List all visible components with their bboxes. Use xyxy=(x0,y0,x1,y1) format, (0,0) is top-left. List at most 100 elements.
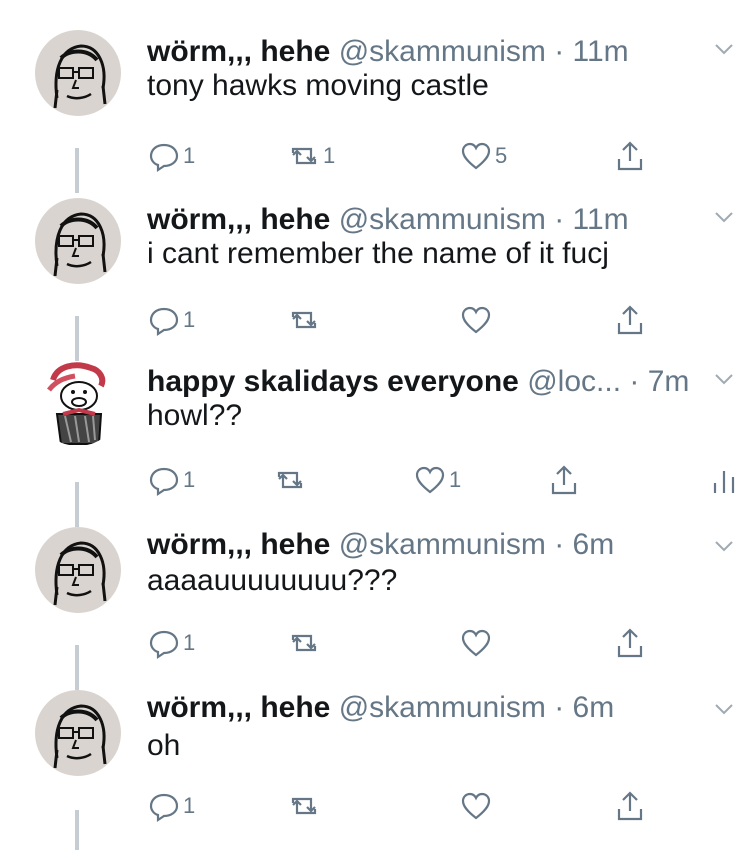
user-handle[interactable]: @skammunism xyxy=(339,528,546,561)
worm-avatar-icon xyxy=(53,44,107,109)
tweet-actions: 1 xyxy=(147,623,747,663)
tweet[interactable]: wörm,,, hehe @skammunism · 11m i cant re… xyxy=(0,198,755,368)
reply-count: 1 xyxy=(183,793,196,818)
display-name[interactable]: wörm,,, hehe xyxy=(147,528,330,561)
reply-button[interactable]: 1 xyxy=(147,786,195,826)
thread-line xyxy=(75,482,79,527)
share-button[interactable] xyxy=(613,786,647,826)
thread-line xyxy=(75,148,79,193)
like-button[interactable]: 1 xyxy=(413,460,461,500)
reply-count: 1 xyxy=(183,630,196,655)
reply-button[interactable]: 1 xyxy=(147,623,195,663)
share-icon xyxy=(617,791,643,821)
heart-icon xyxy=(461,306,491,334)
avatar[interactable] xyxy=(35,360,121,446)
user-handle[interactable]: @loc... xyxy=(527,365,621,398)
user-handle[interactable]: @skammunism xyxy=(339,35,546,68)
skalidays-avatar-icon xyxy=(47,362,106,445)
tweet-header: wörm,,, hehe @skammunism · 11m xyxy=(147,202,629,238)
like-count: 1 xyxy=(449,467,462,492)
like-button[interactable] xyxy=(459,300,495,340)
reply-count: 1 xyxy=(183,307,196,332)
chevron-down-icon[interactable] xyxy=(713,535,735,557)
tweet[interactable]: wörm,,, hehe @skammunism · 11m tony hawk… xyxy=(0,30,755,200)
heart-icon xyxy=(461,629,491,657)
user-handle[interactable]: @skammunism xyxy=(339,203,546,236)
chevron-down-icon[interactable] xyxy=(713,368,735,390)
worm-avatar-icon xyxy=(53,212,107,277)
reply-icon xyxy=(149,630,179,660)
tweet-header: wörm,,, hehe @skammunism · 6m xyxy=(147,690,614,726)
retweet-icon xyxy=(291,797,317,815)
chevron-down-icon[interactable] xyxy=(713,206,735,228)
tweet-header: wörm,,, hehe @skammunism · 11m xyxy=(147,34,629,70)
share-icon xyxy=(551,465,577,495)
tweet-text: howl?? xyxy=(147,399,243,432)
display-name[interactable]: wörm,,, hehe xyxy=(147,203,330,236)
retweet-button[interactable] xyxy=(273,460,309,500)
retweet-button[interactable] xyxy=(287,623,323,663)
tweet[interactable]: happy skalidays everyone @loc... · 7m ho… xyxy=(0,360,755,530)
retweet-icon xyxy=(291,311,317,329)
analytics-icon xyxy=(713,471,735,493)
tweet-text: aaaauuuuuuuu??? xyxy=(147,564,398,597)
retweet-button[interactable] xyxy=(287,786,323,826)
worm-avatar-icon xyxy=(53,704,107,769)
reply-button[interactable]: 1 xyxy=(147,136,195,176)
retweet-icon xyxy=(291,147,317,165)
display-name[interactable]: happy skalidays everyone xyxy=(147,365,519,398)
retweet-button[interactable]: 1 xyxy=(287,136,335,176)
thread-line xyxy=(75,810,79,850)
tweet-actions: 1 xyxy=(147,786,747,826)
share-icon xyxy=(617,305,643,335)
display-name[interactable]: wörm,,, hehe xyxy=(147,35,330,68)
reply-icon xyxy=(149,143,179,173)
avatar[interactable] xyxy=(35,30,121,116)
avatar[interactable] xyxy=(35,690,121,776)
analytics-button[interactable] xyxy=(707,460,741,500)
reply-count: 1 xyxy=(183,467,196,492)
tweet-text: oh xyxy=(147,729,181,762)
timestamp[interactable]: · 6m xyxy=(554,528,614,561)
reply-icon xyxy=(149,307,179,337)
timestamp[interactable]: · 11m xyxy=(554,35,628,68)
heart-icon xyxy=(461,792,491,820)
tweet-header: happy skalidays everyone @loc... · 7m xyxy=(147,364,689,400)
share-icon xyxy=(617,628,643,658)
timestamp[interactable]: · 7m xyxy=(629,365,689,398)
chevron-down-icon[interactable] xyxy=(713,38,735,60)
timestamp[interactable]: · 11m xyxy=(554,203,628,236)
tweet-text: tony hawks moving castle xyxy=(147,69,489,102)
thread-line xyxy=(75,645,79,690)
thread-line xyxy=(75,316,79,361)
tweet-header: wörm,,, hehe @skammunism · 6m xyxy=(147,527,614,563)
share-button[interactable] xyxy=(613,136,647,176)
chevron-down-icon[interactable] xyxy=(713,698,735,720)
worm-avatar-icon xyxy=(53,541,107,606)
timestamp[interactable]: · 6m xyxy=(554,691,614,724)
share-button[interactable] xyxy=(547,460,581,500)
like-button[interactable] xyxy=(459,623,495,663)
reply-button[interactable]: 1 xyxy=(147,300,195,340)
reply-count: 1 xyxy=(183,143,196,168)
retweet-count: 1 xyxy=(323,143,336,168)
like-button[interactable] xyxy=(459,786,495,826)
tweet[interactable]: wörm,,, hehe @skammunism · 6m aaaauuuuuu… xyxy=(0,527,755,697)
reply-button[interactable]: 1 xyxy=(147,460,195,500)
user-handle[interactable]: @skammunism xyxy=(339,691,546,724)
tweet-actions: 1 1 xyxy=(147,460,747,500)
share-button[interactable] xyxy=(613,623,647,663)
like-button[interactable]: 5 xyxy=(459,136,507,176)
tweet-actions: 1 1 5 xyxy=(147,136,747,176)
share-button[interactable] xyxy=(613,300,647,340)
share-icon xyxy=(617,141,643,171)
retweet-button[interactable] xyxy=(287,300,323,340)
avatar[interactable] xyxy=(35,198,121,284)
reply-icon xyxy=(149,793,179,823)
tweet[interactable]: wörm,,, hehe @skammunism · 6m oh 1 xyxy=(0,690,755,861)
display-name[interactable]: wörm,,, hehe xyxy=(147,691,330,724)
like-count: 5 xyxy=(495,143,508,168)
retweet-icon xyxy=(277,471,303,489)
heart-icon xyxy=(415,466,445,494)
avatar[interactable] xyxy=(35,527,121,613)
